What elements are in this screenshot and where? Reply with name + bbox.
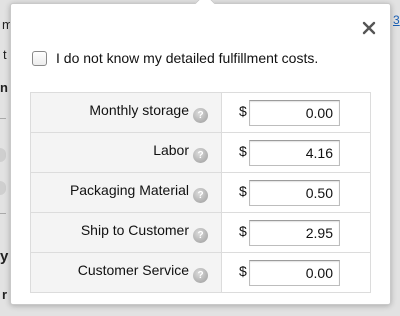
cost-value-cell: $ bbox=[221, 92, 371, 133]
cost-label: Ship to Customer bbox=[80, 222, 189, 238]
cost-amount-input[interactable] bbox=[249, 259, 340, 286]
background-control-fragment bbox=[0, 148, 6, 162]
currency-symbol: $ bbox=[239, 263, 247, 280]
cost-amount-input[interactable] bbox=[249, 139, 340, 166]
cost-row: Labor? $ bbox=[30, 132, 371, 173]
close-icon bbox=[362, 21, 376, 35]
cost-label-cell: Monthly storage? bbox=[30, 92, 222, 133]
cost-label-cell: Labor? bbox=[30, 132, 222, 173]
cost-value-cell: $ bbox=[221, 252, 371, 293]
cost-row: Customer Service? $ bbox=[30, 252, 371, 293]
help-icon[interactable]: ? bbox=[193, 108, 208, 123]
cost-row: Ship to Customer? $ bbox=[30, 212, 371, 253]
cost-label: Packaging Material bbox=[69, 182, 189, 198]
fulfillment-costs-popover: I do not know my detailed fulfillment co… bbox=[10, 0, 391, 305]
cost-row: Monthly storage? $ bbox=[30, 92, 371, 133]
cost-label-cell: Customer Service? bbox=[30, 252, 222, 293]
cost-label-cell: Ship to Customer? bbox=[30, 212, 222, 253]
cost-label: Monthly storage bbox=[89, 102, 189, 118]
unknown-costs-label: I do not know my detailed fulfillment co… bbox=[56, 50, 319, 66]
unknown-costs-checkbox[interactable] bbox=[32, 50, 47, 66]
help-icon[interactable]: ? bbox=[193, 268, 208, 283]
cost-value-cell: $ bbox=[221, 172, 371, 213]
background-text-fragment: y bbox=[0, 248, 9, 265]
currency-symbol: $ bbox=[239, 143, 247, 160]
cost-amount-input[interactable] bbox=[249, 99, 340, 126]
cost-amount-input[interactable] bbox=[249, 179, 340, 206]
cost-label: Customer Service bbox=[77, 262, 189, 278]
currency-symbol: $ bbox=[239, 183, 247, 200]
cost-amount-input[interactable] bbox=[249, 219, 340, 246]
currency-symbol: $ bbox=[239, 223, 247, 240]
unknown-costs-option[interactable]: I do not know my detailed fulfillment co… bbox=[32, 50, 318, 66]
cost-label-cell: Packaging Material? bbox=[30, 172, 222, 213]
background-link-fragment[interactable]: 3 bbox=[393, 13, 400, 27]
background-divider bbox=[0, 118, 6, 119]
background-control-fragment bbox=[0, 181, 6, 195]
close-button[interactable] bbox=[362, 21, 376, 35]
cost-value-cell: $ bbox=[221, 132, 371, 173]
cost-row: Packaging Material? $ bbox=[30, 172, 371, 213]
help-icon[interactable]: ? bbox=[193, 148, 208, 163]
popover-caret bbox=[195, 0, 215, 13]
cost-value-cell: $ bbox=[221, 212, 371, 253]
background-text-fragment: t bbox=[3, 47, 7, 62]
help-icon[interactable]: ? bbox=[193, 188, 208, 203]
cost-label: Labor bbox=[153, 142, 189, 158]
help-icon[interactable]: ? bbox=[193, 228, 208, 243]
background-text-fragment: n bbox=[0, 80, 8, 95]
background-text-fragment: r bbox=[2, 287, 8, 302]
background-divider bbox=[0, 213, 6, 214]
fulfillment-costs-table: Monthly storage?$Labor?$Packaging Materi… bbox=[30, 92, 371, 293]
currency-symbol: $ bbox=[239, 103, 247, 120]
